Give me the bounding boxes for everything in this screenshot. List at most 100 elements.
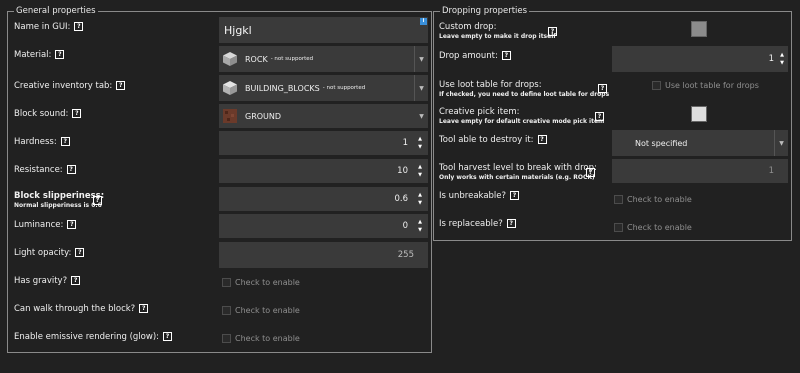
arrow-down-icon[interactable]: ▼ xyxy=(418,171,422,179)
chevron-down-icon[interactable]: ▼ xyxy=(414,46,428,72)
resistance-label: Resistance:? xyxy=(14,165,76,176)
harvest-spinner[interactable]: 1 xyxy=(612,159,788,183)
chevron-down-icon[interactable]: ▼ xyxy=(414,75,428,101)
help-icon[interactable]: ? xyxy=(74,22,84,31)
checkbox-box[interactable] xyxy=(614,195,623,204)
loot-table-sub: If checked, you need to define loot tabl… xyxy=(439,91,610,98)
checkbox-box[interactable] xyxy=(614,223,623,232)
chevron-down-icon[interactable]: ▼ xyxy=(774,130,788,156)
block-sound-select[interactable]: GROUND ▼ xyxy=(219,104,428,128)
unbreakable-checkbox[interactable]: Check to enable xyxy=(614,195,692,204)
help-icon[interactable]: ? xyxy=(586,168,595,177)
arrow-down-icon[interactable]: ▼ xyxy=(418,199,422,207)
material-select[interactable]: ROCK - not supported ▼ xyxy=(219,46,428,72)
hardness-label: Hardness:? xyxy=(14,137,70,148)
harvest-sub: Only works with certain materials (e.g. … xyxy=(439,174,595,181)
light-opacity-spinner[interactable]: 255 xyxy=(219,242,428,268)
drop-amount-value: 1 xyxy=(768,54,774,64)
help-icon[interactable]: ? xyxy=(598,84,607,93)
arrow-up-icon[interactable]: ▲ xyxy=(418,163,422,171)
walkthrough-label: Can walk through the block?? xyxy=(14,304,149,315)
help-icon[interactable]: ? xyxy=(595,112,604,121)
dropping-properties-legend: Dropping properties xyxy=(440,6,530,17)
help-icon[interactable]: ? xyxy=(116,81,126,90)
walkthrough-checkbox[interactable]: Check to enable xyxy=(222,306,300,315)
loot-table-label: Use loot table for drops: xyxy=(439,80,542,90)
building-blocks-icon xyxy=(223,81,237,95)
ground-icon xyxy=(223,109,237,123)
emissive-checkbox[interactable]: Check to enable xyxy=(222,334,300,343)
info-icon[interactable]: i xyxy=(420,18,427,25)
loot-table-checkbox[interactable]: Use loot table for drops xyxy=(652,81,759,90)
arrow-up-icon[interactable]: ▲ xyxy=(418,191,422,199)
luminance-value: 0 xyxy=(402,221,408,231)
creative-tab-select[interactable]: BUILDING_BLOCKS - not supported ▼ xyxy=(219,75,428,101)
emissive-label: Enable emissive rendering (glow):? xyxy=(14,332,173,343)
help-icon[interactable]: ? xyxy=(93,196,102,205)
creative-tab-note: - not supported xyxy=(322,85,366,91)
checkbox-box[interactable] xyxy=(222,306,231,315)
resistance-value: 10 xyxy=(397,166,408,176)
slipperiness-label: Block slipperiness: xyxy=(14,191,105,201)
arrow-down-icon[interactable]: ▼ xyxy=(780,59,784,67)
luminance-spinner[interactable]: 0 ▲ ▼ xyxy=(219,214,428,238)
checkbox-box[interactable] xyxy=(222,334,231,343)
help-icon[interactable]: ? xyxy=(72,109,82,118)
material-note: - not supported xyxy=(270,56,314,62)
pick-item-slot[interactable] xyxy=(691,106,707,122)
light-opacity-value: 255 xyxy=(397,250,414,260)
creative-tab-label: Creative inventory tab:? xyxy=(14,81,126,92)
luminance-label: Luminance:? xyxy=(14,220,77,231)
hardness-spinner[interactable]: 1 ▲ ▼ xyxy=(219,131,428,155)
tool-select[interactable]: Not specified ▼ xyxy=(612,130,788,156)
harvest-label: Tool harvest level to break with drop: xyxy=(439,163,597,173)
hardness-value: 1 xyxy=(402,138,408,148)
block-sound-value: GROUND xyxy=(245,111,282,121)
material-value: ROCK xyxy=(245,54,268,64)
arrow-down-icon[interactable]: ▼ xyxy=(418,143,422,151)
custom-drop-label: Custom drop: xyxy=(439,22,497,32)
help-icon[interactable]: ? xyxy=(537,135,547,144)
arrow-up-icon[interactable]: ▲ xyxy=(418,135,422,143)
help-icon[interactable]: ? xyxy=(75,248,85,257)
replaceable-checkbox[interactable]: Check to enable xyxy=(614,223,692,232)
help-icon[interactable]: ? xyxy=(548,27,557,36)
help-icon[interactable]: ? xyxy=(139,304,149,313)
pick-item-sub: Leave empty for default creative mode pi… xyxy=(439,118,605,125)
gravity-checkbox[interactable]: Check to enable xyxy=(222,278,300,287)
arrow-up-icon[interactable]: ▲ xyxy=(780,51,784,59)
gravity-label: Has gravity?? xyxy=(14,276,81,287)
custom-drop-sub: Leave empty to make it drop itself xyxy=(439,33,556,40)
tool-value: Not specified xyxy=(635,138,688,148)
block-sound-label: Block sound:? xyxy=(14,109,82,120)
slipperiness-spinner[interactable]: 0.6 ▲ ▼ xyxy=(219,187,428,211)
help-icon[interactable]: ? xyxy=(501,51,511,60)
help-icon[interactable]: ? xyxy=(510,191,520,200)
tool-label: Tool able to destroy it:? xyxy=(439,135,547,146)
name-label: Name in GUI:? xyxy=(14,22,84,33)
general-properties-legend: General properties xyxy=(14,6,98,17)
unbreakable-label: Is unbreakable?? xyxy=(439,191,520,202)
chevron-down-icon[interactable]: ▼ xyxy=(415,104,428,128)
checkbox-box[interactable] xyxy=(652,81,661,90)
name-input[interactable]: Hjgkl i xyxy=(219,17,428,43)
custom-drop-slot[interactable] xyxy=(691,21,707,37)
help-icon[interactable]: ? xyxy=(66,165,76,174)
arrow-up-icon[interactable]: ▲ xyxy=(418,218,422,226)
slipperiness-value: 0.6 xyxy=(394,194,408,204)
replaceable-label: Is replaceable?? xyxy=(439,219,516,230)
creative-tab-value: BUILDING_BLOCKS xyxy=(245,83,320,93)
slipperiness-sub: Normal slipperiness is 0.6 xyxy=(14,202,102,209)
help-icon[interactable]: ? xyxy=(60,137,70,146)
help-icon[interactable]: ? xyxy=(506,219,516,228)
pick-item-label: Creative pick item: xyxy=(439,107,520,117)
checkbox-box[interactable] xyxy=(222,278,231,287)
help-icon[interactable]: ? xyxy=(71,276,81,285)
arrow-down-icon[interactable]: ▼ xyxy=(418,226,422,234)
light-opacity-label: Light opacity:? xyxy=(14,248,85,259)
help-icon[interactable]: ? xyxy=(55,50,65,59)
resistance-spinner[interactable]: 10 ▲ ▼ xyxy=(219,159,428,183)
help-icon[interactable]: ? xyxy=(163,332,173,341)
help-icon[interactable]: ? xyxy=(67,220,77,229)
drop-amount-spinner[interactable]: 1 ▲ ▼ xyxy=(612,46,788,72)
